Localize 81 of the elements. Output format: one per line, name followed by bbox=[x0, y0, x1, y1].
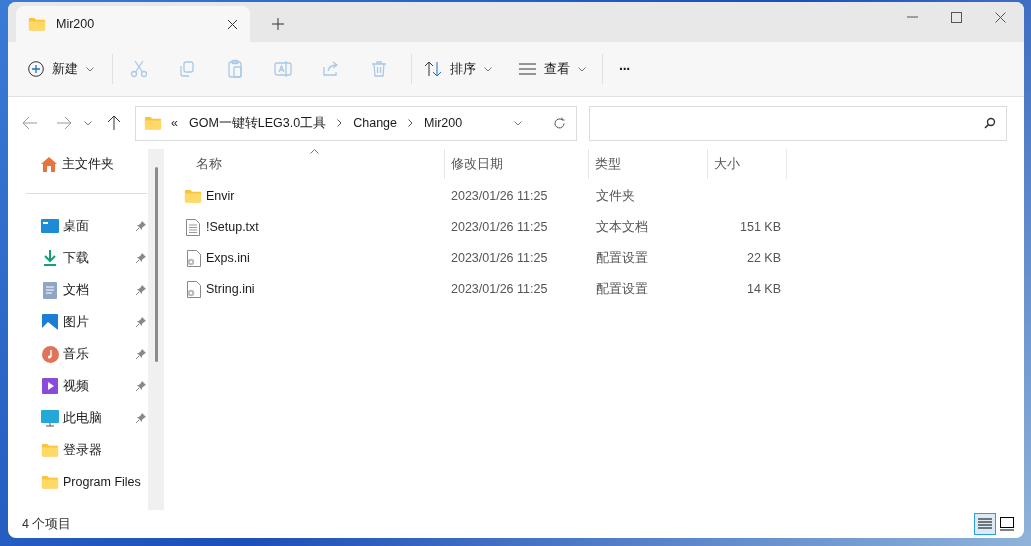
tab[interactable]: Mir200 bbox=[16, 6, 250, 42]
file-name[interactable]: String.ini bbox=[206, 280, 255, 299]
sidebar-item[interactable]: 视频 bbox=[63, 376, 89, 396]
sidebar-item[interactable]: 文档 bbox=[63, 280, 89, 300]
picture-icon bbox=[42, 314, 58, 330]
sort-arrows-icon bbox=[424, 61, 442, 77]
tab-title: Mir200 bbox=[56, 15, 96, 33]
folder-icon bbox=[41, 442, 59, 458]
close-icon[interactable] bbox=[995, 12, 1006, 23]
date-cell-text: 2023/01/26 11:25 bbox=[450, 250, 549, 268]
folder-icon bbox=[28, 16, 46, 32]
close-icon[interactable] bbox=[227, 18, 238, 30]
recent-chevron-icon bbox=[84, 120, 92, 126]
overflow-chevrons[interactable]: « bbox=[171, 113, 178, 133]
size-cell-text: 151 KB bbox=[739, 219, 781, 237]
video-icon bbox=[42, 378, 58, 394]
forward-arrow-icon[interactable] bbox=[56, 116, 72, 130]
more-button[interactable]: ··· bbox=[619, 58, 630, 80]
download-icon bbox=[42, 249, 58, 267]
lines-icon bbox=[519, 63, 536, 75]
column-header[interactable]: 类型 bbox=[589, 154, 707, 174]
sidebar-item[interactable]: 此电脑 bbox=[63, 408, 102, 428]
breadcrumb[interactable]: Change bbox=[351, 113, 399, 133]
settings-file-icon bbox=[185, 281, 201, 298]
chevron-right-icon bbox=[337, 119, 343, 127]
column-header[interactable]: 修改日期 bbox=[445, 154, 588, 174]
sidebar-item[interactable]: 主文件夹 bbox=[62, 154, 114, 174]
search-field[interactable] bbox=[589, 105, 1007, 141]
chevron-down-icon bbox=[578, 66, 586, 72]
sort-caret-icon[interactable] bbox=[310, 149, 319, 154]
up-arrow-icon[interactable] bbox=[107, 115, 121, 131]
sort-button[interactable]: 排序 bbox=[424, 53, 492, 85]
sidebar-item[interactable]: Program Files bbox=[63, 472, 141, 492]
file-name[interactable]: Envir bbox=[206, 187, 235, 206]
date-cell-text: 2023/01/26 11:25 bbox=[450, 219, 549, 237]
sidebar-scrollbar[interactable] bbox=[148, 149, 164, 510]
details-view-icon bbox=[978, 518, 992, 530]
sidebar-item[interactable]: 桌面 bbox=[63, 216, 89, 236]
music-icon bbox=[41, 345, 59, 363]
view-button[interactable]: 查看 bbox=[519, 53, 586, 85]
type-cell-text: 配置设置 bbox=[595, 250, 649, 268]
date-cell-text: 2023/01/26 11:25 bbox=[450, 281, 549, 299]
settings-file-icon bbox=[185, 250, 201, 267]
sidebar-item[interactable]: 登录器 bbox=[63, 440, 102, 460]
folder-icon bbox=[41, 474, 59, 490]
refresh-icon[interactable] bbox=[553, 116, 566, 130]
folder-icon bbox=[144, 115, 162, 131]
maximize-icon[interactable] bbox=[951, 12, 962, 23]
desktop-icon bbox=[41, 219, 59, 233]
monitor-icon bbox=[41, 409, 59, 427]
item-count: 4 个项目 bbox=[22, 515, 72, 533]
search-icon bbox=[984, 117, 996, 129]
size-cell-text: 14 KB bbox=[745, 281, 781, 299]
sidebar-item[interactable]: 图片 bbox=[63, 312, 89, 332]
chevron-right-icon bbox=[408, 119, 413, 127]
breadcrumb[interactable]: Mir200 bbox=[422, 113, 465, 133]
back-arrow-icon[interactable] bbox=[22, 116, 38, 130]
address-bar[interactable]: « GOM一键转LEG3.0工具 Change Mir200 bbox=[135, 105, 577, 141]
plus-circle-icon bbox=[28, 61, 44, 77]
chevron-down-icon bbox=[484, 66, 492, 72]
file-name[interactable]: Exps.ini bbox=[206, 249, 250, 268]
type-cell-text: 文本文档 bbox=[595, 219, 649, 237]
date-cell-text: 2023/01/26 11:25 bbox=[450, 188, 549, 206]
type-cell-text: 文件夹 bbox=[595, 188, 636, 206]
new-tab-icon[interactable] bbox=[272, 18, 284, 30]
column-header[interactable]: 大小 bbox=[708, 154, 786, 174]
new-button[interactable]: 新建 bbox=[26, 53, 96, 85]
document-icon bbox=[43, 281, 57, 299]
chevron-down-icon bbox=[86, 66, 94, 72]
column-header[interactable]: 名称 bbox=[182, 154, 444, 174]
folder-icon bbox=[184, 189, 202, 204]
size-cell-text: 22 KB bbox=[745, 250, 781, 268]
file-name[interactable]: !Setup.txt bbox=[206, 218, 259, 237]
preview-view-icon bbox=[1000, 517, 1014, 531]
breadcrumb[interactable]: GOM一键转LEG3.0工具 bbox=[186, 113, 329, 133]
text-file-icon bbox=[186, 219, 200, 236]
sidebar-item[interactable]: 音乐 bbox=[63, 344, 89, 364]
type-cell-text: 配置设置 bbox=[595, 281, 649, 299]
sidebar-item[interactable]: 下载 bbox=[63, 248, 89, 268]
history-chevron-icon bbox=[514, 120, 522, 126]
home-icon bbox=[41, 156, 57, 172]
